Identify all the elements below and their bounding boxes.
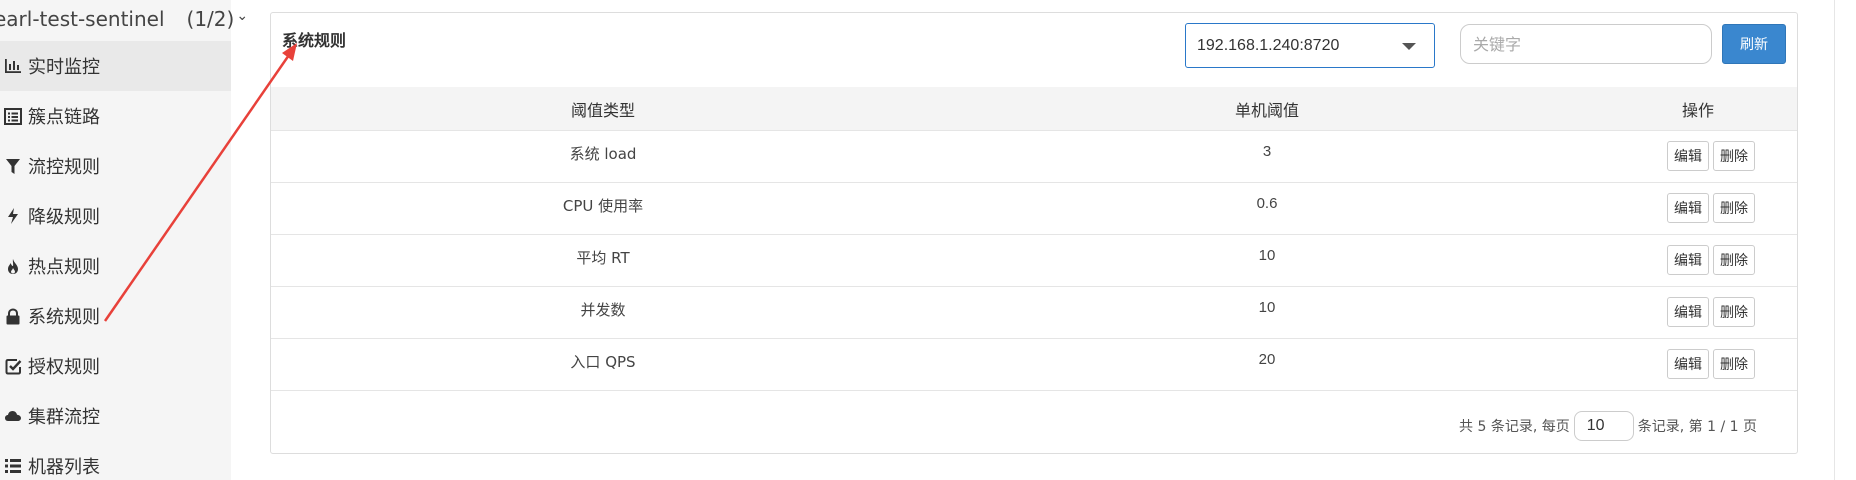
threshold-value-cell: 3: [1262, 143, 1272, 160]
sidebar-item-degrade-rules[interactable]: 降级规则: [0, 191, 231, 241]
edit-button[interactable]: 编辑: [1667, 297, 1709, 327]
list-icon: [0, 458, 28, 474]
actions-cell: 编辑 删除: [1599, 287, 1797, 338]
refresh-button[interactable]: 刷新: [1722, 24, 1786, 64]
fire-icon: [0, 258, 28, 275]
sidebar-item-label: 系统规则: [28, 307, 100, 328]
delete-button[interactable]: 删除: [1713, 245, 1755, 275]
filter-icon: [0, 158, 28, 175]
threshold-type-cell: CPU 使用率: [562, 197, 644, 215]
edit-button[interactable]: 编辑: [1667, 245, 1709, 275]
actions-cell: 编辑 删除: [1599, 183, 1797, 234]
threshold-type-cell: 并发数: [580, 301, 626, 319]
scrollbar[interactable]: [1834, 0, 1856, 480]
table-header: 阈值类型 单机阈值 操作: [271, 87, 1797, 131]
sidebar-item-label: 授权规则: [28, 357, 100, 378]
actions-cell: 编辑 删除: [1599, 131, 1797, 182]
table-row: 系统 load 3 编辑 删除: [271, 131, 1797, 183]
sidebar: earl-test-sentinel (1/2) ⌄ 实时监控 簇点链路 流控规则: [0, 0, 248, 480]
threshold-value-cell: 0.6: [1256, 195, 1278, 212]
app-name: earl-test-sentinel: [0, 7, 165, 31]
sidebar-item-label: 机器列表: [28, 457, 100, 478]
sidebar-item-auth-rules[interactable]: 授权规则: [0, 341, 231, 391]
sidebar-item-cluster-link[interactable]: 簇点链路: [0, 91, 231, 141]
delete-button[interactable]: 删除: [1713, 297, 1755, 327]
table-row: 平均 RT 10 编辑 删除: [271, 235, 1797, 287]
table-row: CPU 使用率 0.6 编辑 删除: [271, 183, 1797, 235]
sidebar-item-hotspot-rules[interactable]: 热点规则: [0, 241, 231, 291]
machine-select[interactable]: 192.168.1.240:8720: [1185, 23, 1435, 68]
pagination-suffix: 条记录, 第 1 / 1 页: [1637, 419, 1757, 435]
edit-button[interactable]: 编辑: [1667, 141, 1709, 171]
table-row: 入口 QPS 20 编辑 删除: [271, 339, 1797, 391]
delete-button[interactable]: 删除: [1713, 141, 1755, 171]
threshold-type-cell: 入口 QPS: [570, 353, 636, 371]
sidebar-item-label: 实时监控: [28, 57, 100, 78]
column-header-threshold-type[interactable]: 阈值类型: [271, 97, 935, 121]
sidebar-item-label: 降级规则: [28, 207, 100, 228]
chevron-down-icon: ⌄: [236, 8, 249, 24]
sidebar-nav: 实时监控 簇点链路 流控规则 降级规则 热点规则 系统规则 授权规则 集群流控 …: [0, 41, 231, 480]
rules-table: 阈值类型 单机阈值 操作 系统 load 3 编辑 删除 CPU 使用率 0.6…: [271, 87, 1797, 391]
page-title: 系统规则: [282, 31, 347, 50]
pagination-prefix: 共 5 条记录, 每页: [1459, 419, 1570, 435]
delete-button[interactable]: 删除: [1713, 193, 1755, 223]
machine-select-value: 192.168.1.240:8720: [1197, 37, 1340, 54]
system-rules-panel: 系统规则 192.168.1.240:8720 刷新 阈值类型 单机阈值 操作 …: [270, 12, 1798, 454]
app-count: (1/2): [186, 7, 235, 31]
threshold-value-cell: 10: [1258, 299, 1276, 316]
flash-icon: [0, 207, 28, 225]
sidebar-item-machine-list[interactable]: 机器列表: [0, 441, 231, 480]
sidebar-item-realtime-monitor[interactable]: 实时监控: [0, 41, 231, 91]
column-header-actions: 操作: [1681, 100, 1714, 120]
sidebar-item-label: 热点规则: [28, 257, 100, 278]
edit-button[interactable]: 编辑: [1667, 193, 1709, 223]
edit-button[interactable]: 编辑: [1667, 349, 1709, 379]
caret-down-icon: [1402, 43, 1416, 50]
bar-chart-icon: [0, 58, 28, 74]
keyword-search-input[interactable]: [1460, 24, 1712, 64]
cloud-icon: [0, 410, 28, 422]
actions-cell: 编辑 删除: [1599, 235, 1797, 286]
table-row: 并发数 10 编辑 删除: [271, 287, 1797, 339]
sidebar-item-label: 流控规则: [28, 157, 100, 178]
threshold-value-cell: 10: [1258, 247, 1276, 264]
page-size-input[interactable]: [1573, 411, 1634, 441]
threshold-type-cell: 系统 load: [569, 145, 637, 163]
sidebar-item-flow-rules[interactable]: 流控规则: [0, 141, 231, 191]
pagination: 共 5 条记录, 每页 条记录, 第 1 / 1 页: [1459, 411, 1757, 441]
actions-cell: 编辑 删除: [1599, 339, 1797, 390]
app-selector[interactable]: earl-test-sentinel (1/2) ⌄: [0, 2, 248, 36]
check-square-icon: [0, 358, 28, 375]
column-header-threshold[interactable]: 单机阈值: [935, 97, 1599, 121]
threshold-value-cell: 20: [1258, 351, 1276, 368]
lock-icon: [0, 307, 28, 325]
sidebar-item-label: 簇点链路: [28, 107, 100, 128]
sidebar-item-label: 集群流控: [28, 407, 100, 428]
sidebar-item-cluster-flow[interactable]: 集群流控: [0, 391, 231, 441]
delete-button[interactable]: 删除: [1713, 349, 1755, 379]
sidebar-item-system-rules[interactable]: 系统规则: [0, 291, 231, 341]
threshold-type-cell: 平均 RT: [576, 249, 630, 267]
list-alt-icon: [0, 107, 28, 125]
